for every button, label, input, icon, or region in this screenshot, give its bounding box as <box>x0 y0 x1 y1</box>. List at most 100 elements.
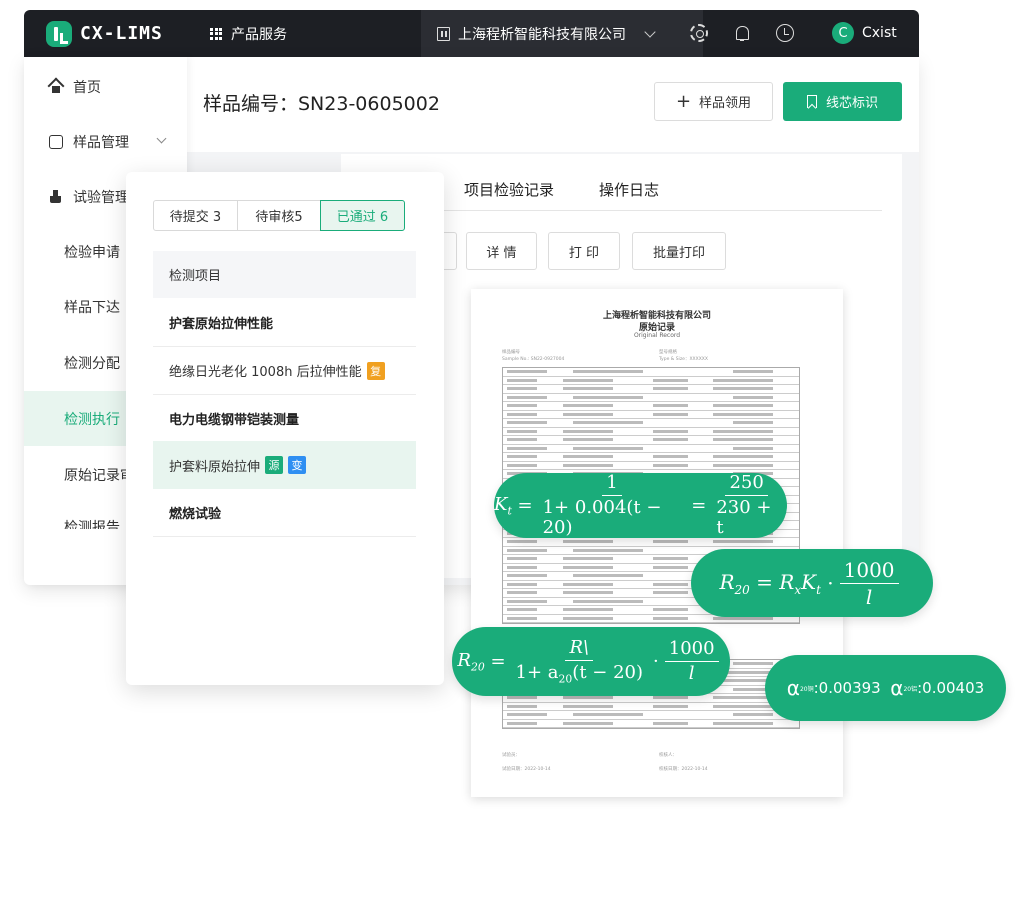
sidebar-item-label: 检验申请 <box>64 244 120 261</box>
flask-icon <box>49 189 63 204</box>
formula-r20b-num2: 1000 <box>664 639 719 662</box>
sidebar-item-sample-management[interactable]: 样品管理 <box>24 114 187 169</box>
formula-kt-num1: 1 <box>602 473 622 497</box>
raw-record-document: 上海程析智能科技有限公司 原始记录 Original Record 样品编号 S… <box>471 289 843 797</box>
core-mark-button[interactable]: 线芯标识 <box>783 82 902 121</box>
tab-divider <box>440 210 882 211</box>
list-item[interactable]: 护套原始拉伸性能 <box>153 299 416 347</box>
document-checker: 校核人： <box>659 753 677 758</box>
document-table-row <box>503 402 799 411</box>
sidebar-item-label: 首页 <box>73 79 101 96</box>
avatar: C <box>832 22 854 44</box>
batch-print-button[interactable]: 批量打印 <box>632 232 726 270</box>
formula-r20b-den2: l <box>688 663 695 684</box>
sidebar-item-label: 试验管理 <box>73 189 129 206</box>
list-item-selected[interactable]: 护套料原始拉伸 源 变 <box>153 441 416 489</box>
app-logo[interactable]: CX-LIMS <box>46 20 210 47</box>
logo-mark-icon <box>46 20 72 47</box>
sidebar-item-label: 检测分配 <box>64 355 120 372</box>
document-check-date: 校核日期：2022-10-14 <box>659 767 708 772</box>
tab-pending-review[interactable]: 待审核5 <box>237 200 321 231</box>
sidebar-item-label: 检测执行 <box>64 411 120 428</box>
logo-text: CX-LIMS <box>80 23 163 44</box>
formula-r20a-num: 1000 <box>839 559 899 584</box>
formula-kt-den2: 230 + t <box>716 497 772 538</box>
document-table-row <box>503 368 799 377</box>
list-item[interactable]: 燃烧试验 <box>153 489 416 537</box>
document-type-size: 型号规格 Type & Size：XXXXXX <box>659 350 708 362</box>
document-table-row <box>503 703 799 711</box>
document-table-row <box>503 385 799 394</box>
sidebar-item-label: 样品下达 <box>64 299 120 316</box>
clock-icon[interactable] <box>776 24 794 42</box>
formula-kt: Kt = 1 1+ 0.004(t − 20) = 250 230 + t <box>494 473 787 538</box>
tab-approved[interactable]: 已通过 6 <box>320 200 405 231</box>
formula-r20b-num1: R\ <box>565 638 594 661</box>
document-table-row <box>503 428 799 436</box>
document-test-date: 试验日期：2022-10-14 <box>502 767 551 772</box>
sample-receive-button[interactable]: + 样品领用 <box>654 82 773 121</box>
plus-icon: + <box>675 90 692 112</box>
user-name: Cxist <box>862 25 897 41</box>
list-item-label: 绝缘日光老化 1008h 后拉伸性能 <box>169 365 362 380</box>
grid-icon <box>210 27 222 40</box>
user-menu[interactable]: C Cxist <box>832 22 897 44</box>
document-table-row <box>503 711 799 720</box>
document-table-row <box>503 419 799 428</box>
document-sample-no: 样品编号 Sample No.: SN22-0927004 <box>502 350 565 362</box>
document-tester: 试验员： <box>502 753 520 758</box>
formula-kt-lhs: Kt <box>494 493 512 518</box>
company-name: 上海程析智能科技有限公司 <box>458 26 626 43</box>
formula-r20-b: R20 = R\ 1+ a20(t − 20) · 1000 l <box>452 627 730 696</box>
sidebar-item-label: 样品管理 <box>73 134 129 151</box>
formula-r20-a: R20 = RxKt · 1000 l <box>691 549 933 617</box>
formula-alpha-coefficients: α 20铜:0.00393 α 20铝:0.00403 <box>765 655 1006 721</box>
document-table-row <box>503 445 799 453</box>
retest-tag: 复 <box>366 361 385 380</box>
source-tag: 源 <box>265 456 284 474</box>
company-selector[interactable]: 上海程析智能科技有限公司 <box>421 10 703 57</box>
details-button[interactable]: 详 情 <box>466 232 537 270</box>
status-tabs: 待提交 3 待审核5 已通过 6 <box>153 200 405 231</box>
button-label: 样品领用 <box>699 96 752 111</box>
sidebar-item-label: 原始记录审 <box>64 467 134 484</box>
button-label: 线芯标识 <box>825 96 878 111</box>
list-item-label: 护套原始拉伸性能 <box>169 317 274 332</box>
products-menu[interactable]: 产品服务 <box>210 24 287 44</box>
document-table-row <box>503 462 799 470</box>
sidebar-item-home[interactable]: 首页 <box>24 59 187 114</box>
formula-r20b-den1: 1+ a20(t − 20) <box>515 661 644 686</box>
box-icon <box>49 134 63 149</box>
chevron-down-icon <box>156 133 167 144</box>
document-table-row <box>503 720 799 728</box>
products-label: 产品服务 <box>231 26 287 43</box>
top-bar: CX-LIMS 产品服务 上海程析智能科技有限公司 C Cxist <box>24 10 919 57</box>
bookmark-icon <box>806 95 817 108</box>
chevron-down-icon <box>644 25 656 38</box>
sidebar-item-label: 检测报告 <box>64 520 120 529</box>
document-table-row <box>503 453 799 462</box>
list-header: 检测项目 <box>153 251 416 298</box>
print-button[interactable]: 打 印 <box>548 232 620 270</box>
tab-inspection-record[interactable]: 项目检验记录 <box>464 179 554 200</box>
list-item[interactable]: 电力电缆钢带铠装测量 <box>153 395 416 443</box>
tab-pending-submit[interactable]: 待提交 3 <box>153 200 238 231</box>
document-table-row <box>503 377 799 385</box>
document-table-row <box>503 436 799 445</box>
home-icon <box>49 80 63 94</box>
document-table-row <box>503 538 799 547</box>
building-icon <box>437 26 450 41</box>
list-item[interactable]: 绝缘日光老化 1008h 后拉伸性能 复 <box>153 347 416 395</box>
document-table-row <box>503 394 799 402</box>
formula-kt-num2: 250 <box>725 473 768 497</box>
list-item-label: 电力电缆钢带铠装测量 <box>169 413 300 428</box>
formula-r20a-den: l <box>865 584 873 609</box>
formula-kt-den1: 1+ 0.004(t − 20) <box>542 497 662 538</box>
document-subtitle: Original Record <box>633 332 681 339</box>
list-item-label: 护套料原始拉伸 <box>169 459 261 475</box>
change-tag: 变 <box>288 456 307 474</box>
settings-gear-icon[interactable] <box>690 24 708 42</box>
tab-operation-log[interactable]: 操作日志 <box>599 179 659 200</box>
bell-icon[interactable] <box>733 24 751 42</box>
document-table-row <box>503 411 799 419</box>
